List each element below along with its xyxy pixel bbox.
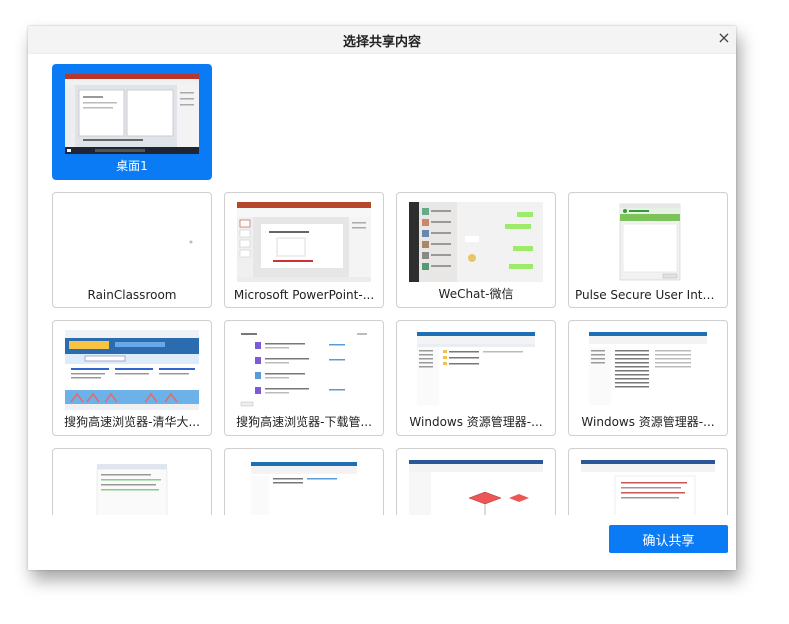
title-bar: 选择共享内容 ×	[28, 26, 736, 54]
tile-label: RainClassroom	[87, 288, 177, 302]
window-thumbnail	[65, 458, 199, 515]
powerpoint-thumbnail	[237, 202, 371, 282]
pulse-secure-thumbnail	[581, 202, 715, 282]
window-thumbnail	[237, 458, 371, 515]
window-thumbnail	[581, 458, 715, 515]
tile-label: Pulse Secure User Inter...	[575, 288, 721, 302]
tile-window-11[interactable]	[396, 448, 556, 515]
wechat-thumbnail	[409, 202, 543, 282]
tile-windows-explorer-2[interactable]: Windows 资源管理器-...	[568, 320, 728, 436]
sogou-browser-thumbnail	[65, 330, 199, 410]
tile-label: 桌面1	[116, 159, 148, 173]
tile-rainclassroom[interactable]: RainClassroom	[52, 192, 212, 308]
tile-windows-explorer-1[interactable]: Windows 资源管理器-...	[396, 320, 556, 436]
tile-desktop-1[interactable]: 桌面1	[52, 64, 212, 180]
window-thumbnail	[409, 458, 543, 515]
tile-sogou-download-manager[interactable]: 搜狗高速浏览器-下载管...	[224, 320, 384, 436]
desktop-thumbnail	[65, 74, 199, 154]
tile-wechat[interactable]: WeChat-微信	[396, 192, 556, 308]
dialog-footer: 确认共享	[28, 515, 736, 570]
tile-label: 搜狗高速浏览器-下载管...	[236, 415, 372, 429]
tile-label: Microsoft PowerPoint-...	[233, 288, 375, 302]
tile-label: Windows 资源管理器-...	[581, 415, 715, 429]
close-icon[interactable]: ×	[714, 28, 734, 48]
explorer-thumbnail	[409, 330, 543, 410]
tile-window-9[interactable]	[52, 448, 212, 515]
tile-window-12[interactable]	[568, 448, 728, 515]
tile-powerpoint[interactable]: Microsoft PowerPoint-...	[224, 192, 384, 308]
rainclassroom-thumbnail	[65, 202, 199, 282]
tile-pulse-secure[interactable]: Pulse Secure User Inter...	[568, 192, 728, 308]
share-content-dialog: 选择共享内容 × 桌面1 RainClassroom Microsoft Pow…	[28, 26, 736, 570]
download-manager-thumbnail	[237, 330, 371, 410]
share-source-grid: 桌面1 RainClassroom Microsoft PowerPoint-.…	[28, 53, 736, 515]
dialog-title: 选择共享内容	[342, 35, 421, 50]
tile-label: WeChat-微信	[438, 287, 514, 301]
tile-sogou-browser-tsinghua[interactable]: 搜狗高速浏览器-清华大...	[52, 320, 212, 436]
tile-window-10[interactable]	[224, 448, 384, 515]
confirm-share-button[interactable]: 确认共享	[609, 525, 728, 553]
tile-label: Windows 资源管理器-...	[409, 415, 543, 429]
explorer-thumbnail	[581, 330, 715, 410]
tile-label: 搜狗高速浏览器-清华大...	[64, 415, 200, 429]
